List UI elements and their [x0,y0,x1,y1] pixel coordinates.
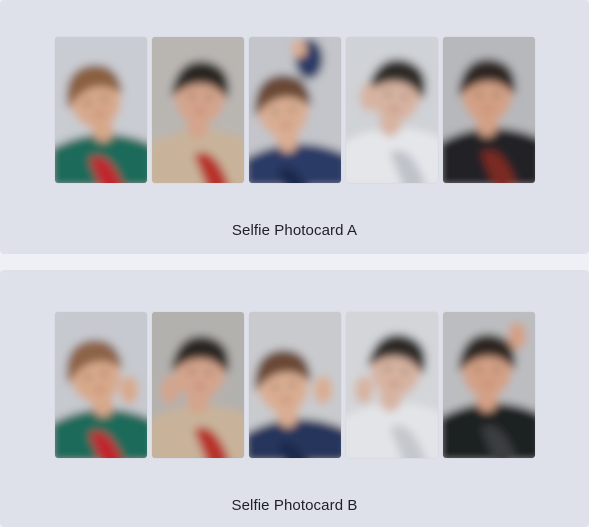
photocard-set-b: Selfie Photocard B [0,270,589,527]
photocard-set-a: Selfie Photocard A [0,0,589,254]
photocard-image-icon [443,312,535,458]
photocard-image-icon [249,312,341,458]
photocard-image-icon [55,37,147,183]
photocard-b-3[interactable] [249,312,341,458]
photocard-image-icon [346,37,438,183]
photocard-page: Selfie Photocard A Selfie Photocard B [0,0,589,527]
photocard-b-2[interactable] [152,312,244,458]
photocard-image-icon [249,37,341,183]
photocard-a-2[interactable] [152,37,244,183]
photocard-a-1[interactable] [55,37,147,183]
photocard-row-b [55,312,535,458]
photocard-image-icon [152,37,244,183]
photocard-image-icon [152,312,244,458]
photocard-row-a [55,37,535,183]
photocard-b-1[interactable] [55,312,147,458]
photocard-a-5[interactable] [443,37,535,183]
photocard-image-icon [443,37,535,183]
photocard-b-4[interactable] [346,312,438,458]
photocard-set-title: Selfie Photocard A [231,222,358,239]
photocard-a-3[interactable] [249,37,341,183]
photocard-image-icon [346,312,438,458]
photocard-set-title: Selfie Photocard B [231,497,358,514]
photocard-a-4[interactable] [346,37,438,183]
photocard-b-5[interactable] [443,312,535,458]
photocard-image-icon [55,312,147,458]
